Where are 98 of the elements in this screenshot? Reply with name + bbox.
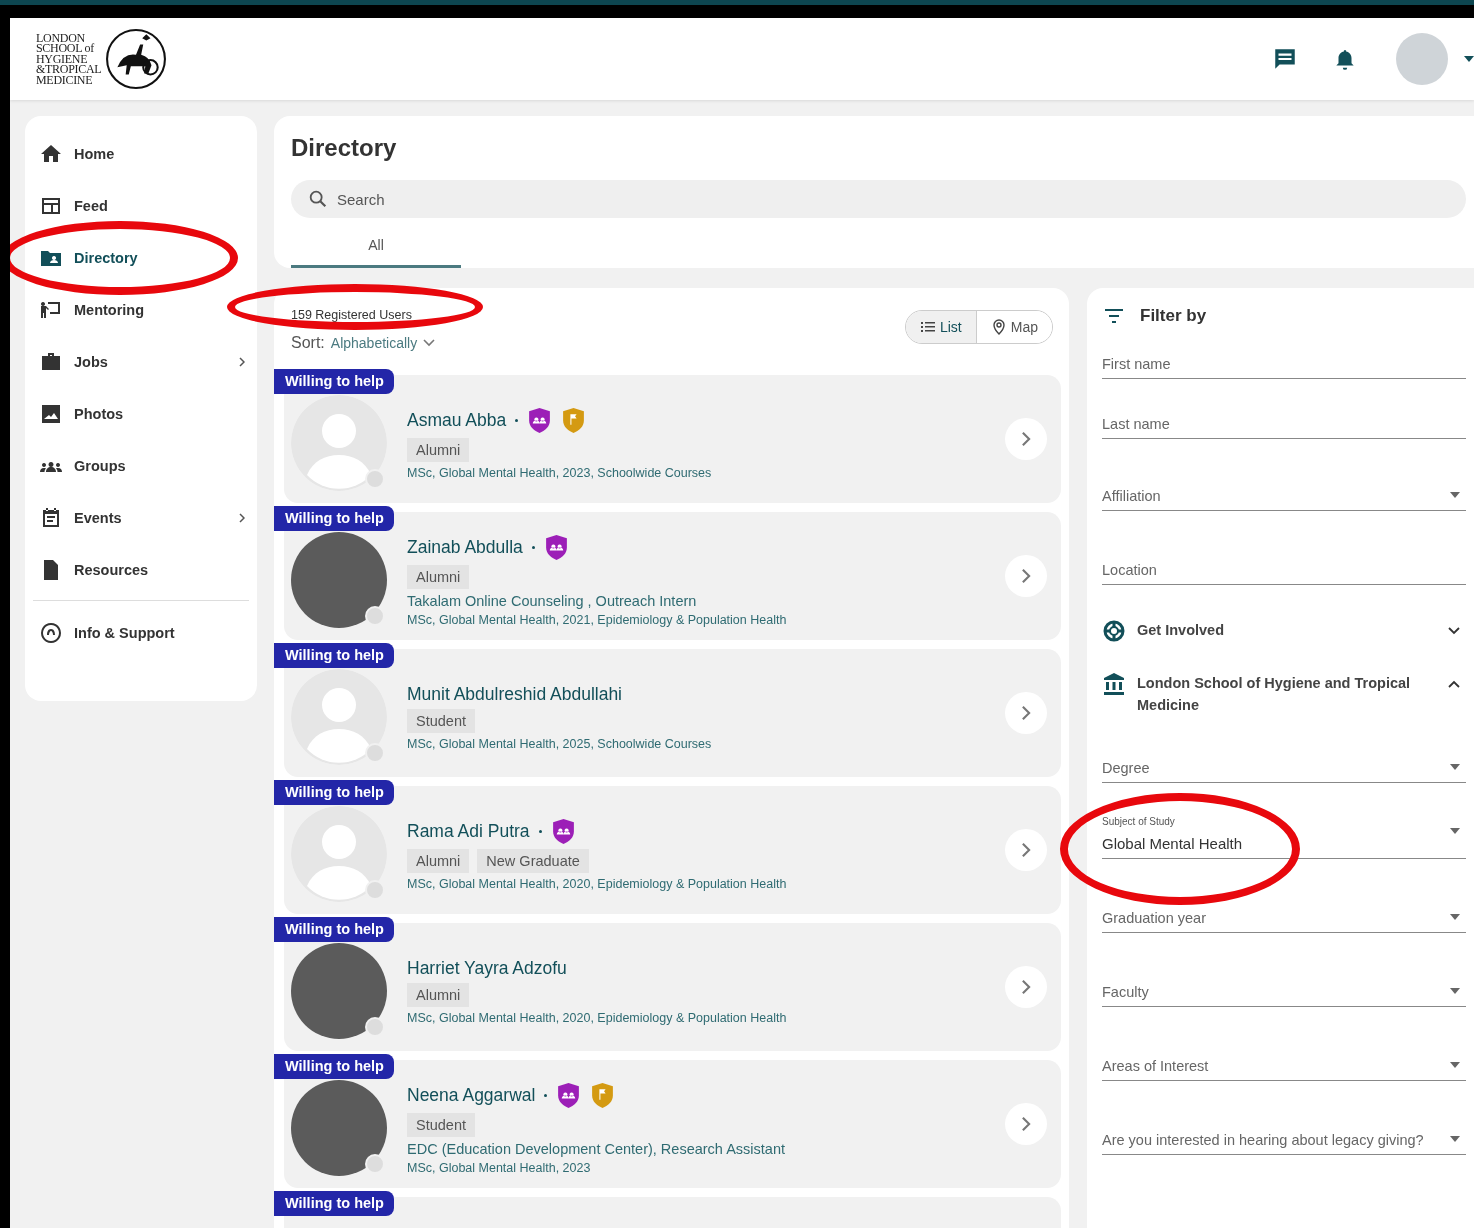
select-field[interactable]: Graduation year — [1102, 910, 1206, 926]
dropdown-caret-icon[interactable] — [1450, 1136, 1460, 1142]
job-text: EDC (Education Development Center), Research Assistant — [407, 1140, 786, 1157]
select-field[interactable]: Are you interested in hearing about legacy giving? — [1102, 1132, 1424, 1148]
status-dot — [365, 743, 385, 763]
degree-text: MSc, Global Mental Health, 2023 — [407, 1160, 592, 1175]
list-icon — [919, 319, 936, 335]
filter-icon — [1104, 309, 1124, 323]
filter-section-title[interactable]: London School of Hygiene and Tropical Medicine — [1137, 672, 1437, 716]
view-toggle[interactable]: List — [905, 311, 976, 343]
sidebar-item[interactable]: Events — [25, 492, 257, 544]
sort-dropdown[interactable]: Alphabetically — [330, 335, 418, 351]
willing-to-help-badge: Willing to help — [274, 1191, 394, 1216]
default-avatar-icon — [291, 395, 387, 491]
person-name[interactable]: Zainab Abdulla — [407, 536, 523, 558]
select-field[interactable]: Subject of Study Global Mental Health — [1102, 816, 1243, 852]
flag-shield-icon — [590, 1081, 616, 1109]
field-value: Global Mental Health — [1102, 835, 1243, 852]
support-icon — [39, 621, 63, 645]
sidebar-item[interactable]: Mentoring — [25, 284, 257, 336]
caret-icon[interactable] — [1464, 56, 1474, 62]
sidebar-item[interactable]: Groups — [25, 440, 257, 492]
select-field[interactable]: Affiliation — [1102, 488, 1161, 504]
status-dot — [365, 469, 385, 489]
degree-text: MSc, Global Mental Health, 2025, Schoolwide Courses — [407, 736, 713, 751]
image-icon — [39, 402, 63, 426]
sidebar-item[interactable]: Directory — [25, 232, 257, 284]
person-name[interactable]: Harriet Yayra Adzofu — [407, 957, 567, 979]
filter-section-title[interactable]: Get Involved — [1137, 619, 1437, 641]
sort-label: Sort: — [291, 334, 325, 352]
search-icon — [307, 188, 329, 210]
separator-dot — [544, 1093, 548, 1097]
person-name[interactable]: Rama Adi Putra — [407, 820, 530, 842]
chevron-right-icon[interactable] — [239, 513, 245, 523]
status-dot — [365, 1017, 385, 1037]
role-tag: Alumni — [407, 982, 470, 1007]
separator-dot — [531, 545, 535, 549]
degree-text: MSc, Global Mental Health, 2021, Epidemiology & Population Health — [407, 612, 788, 627]
sidebar-item[interactable]: Resources — [25, 544, 257, 596]
person-name[interactable]: Munit Abdulreshid Abdullahi — [407, 683, 622, 705]
dropdown-caret-icon[interactable] — [1450, 492, 1460, 498]
filter-tab[interactable]: All — [291, 224, 461, 268]
sidebar-item[interactable]: Photos — [25, 388, 257, 440]
group-shield-icon — [543, 533, 569, 561]
person-name[interactable]: Asmau Abba — [407, 409, 507, 431]
sidebar-item[interactable]: Home — [25, 128, 257, 180]
role-tag: Alumni — [407, 564, 470, 589]
willing-to-help-badge: Willing to help — [274, 506, 394, 531]
chevron-right-icon[interactable] — [239, 357, 245, 367]
willing-to-help-badge: Willing to help — [274, 369, 394, 394]
role-tag: New Graduate — [477, 848, 589, 873]
view-toggle[interactable]: Map — [975, 311, 1052, 343]
degree-text: MSc, Global Mental Health, 2020, Epidemiology & Population Health — [407, 876, 788, 891]
role-tag: Student — [407, 708, 475, 733]
group-shield-icon — [556, 1081, 582, 1109]
chevron-down-icon[interactable] — [1448, 627, 1460, 635]
sidebar-item[interactable]: Info & Support — [25, 607, 257, 659]
dropdown-caret-icon[interactable] — [1450, 988, 1460, 994]
default-avatar-icon — [291, 806, 387, 902]
dropdown-caret-icon[interactable] — [1450, 914, 1460, 920]
degree-text: MSc, Global Mental Health, 2023, Schoolwide Courses — [407, 465, 713, 480]
search-field[interactable]: Search — [291, 180, 1466, 218]
lifebuoy-icon — [1102, 619, 1126, 643]
willing-to-help-badge: Willing to help — [274, 1054, 394, 1079]
default-avatar-icon — [291, 669, 387, 765]
chevron-up-icon[interactable] — [1448, 680, 1460, 688]
willing-to-help-badge: Willing to help — [274, 643, 394, 668]
role-tag: Alumni — [407, 437, 470, 462]
willing-to-help-badge: Willing to help — [274, 917, 394, 942]
group-shield-icon — [527, 406, 553, 434]
select-field[interactable]: Areas of Interest — [1102, 1058, 1209, 1074]
school-logo[interactable]: LONDON SCHOOL of HYGIENE &TROPICAL MEDICINE — [36, 28, 168, 90]
dropdown-caret-icon[interactable] — [1450, 764, 1460, 770]
status-dot — [365, 1154, 385, 1174]
status-dot — [365, 606, 385, 626]
institution-icon — [1102, 672, 1126, 696]
separator-dot — [515, 418, 519, 422]
select-field[interactable]: Faculty — [1102, 984, 1149, 1000]
dropdown-caret-icon[interactable] — [1450, 1062, 1460, 1068]
person-name[interactable]: Neena Aggarwal — [407, 1084, 536, 1106]
job-text: Takalam Online Counseling , Outreach Intern — [407, 592, 698, 609]
user-count: 159 Registered Users — [291, 308, 413, 322]
dropdown-caret-icon[interactable] — [1450, 828, 1460, 834]
degree-text: MSc, Global Mental Health, 2020, Epidemiology & Population Health — [407, 1010, 788, 1025]
map-pin-icon — [990, 319, 1007, 335]
willing-to-help-badge: Willing to help — [274, 780, 394, 805]
filter-title: Filter by — [1140, 306, 1207, 326]
field-label: Subject of Study — [1102, 816, 1176, 827]
status-dot — [365, 880, 385, 900]
sidebar-item[interactable]: Feed — [25, 180, 257, 232]
page-title: Directory — [291, 134, 398, 162]
separator-dot — [538, 829, 542, 833]
select-field[interactable]: Degree — [1102, 760, 1150, 776]
sidebar-item[interactable]: Jobs — [25, 336, 257, 388]
role-tag: Student — [407, 1112, 475, 1137]
flag-shield-icon — [561, 406, 587, 434]
role-tag: Alumni — [407, 848, 470, 873]
group-shield-icon — [550, 817, 576, 845]
